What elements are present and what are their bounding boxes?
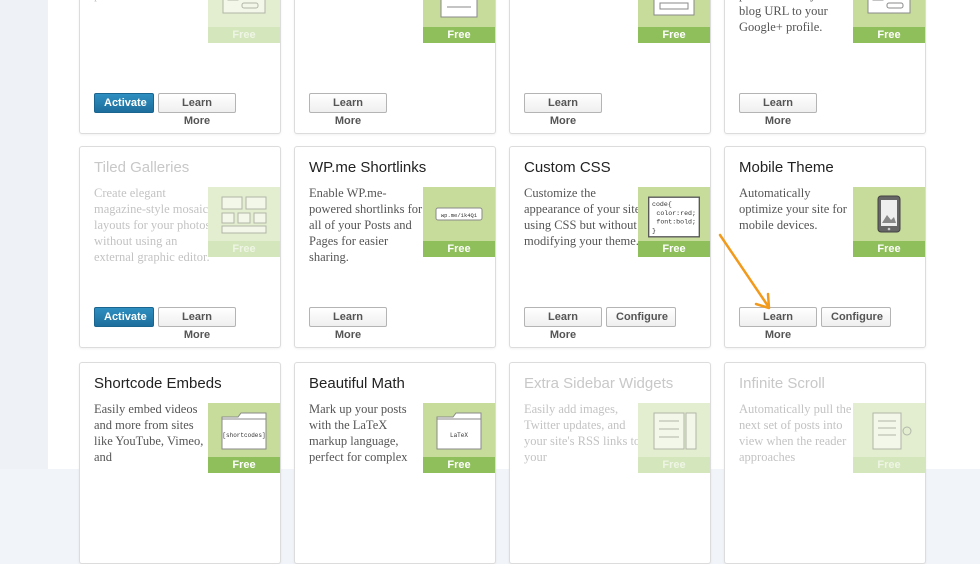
annotation-arrow [718, 233, 771, 310]
